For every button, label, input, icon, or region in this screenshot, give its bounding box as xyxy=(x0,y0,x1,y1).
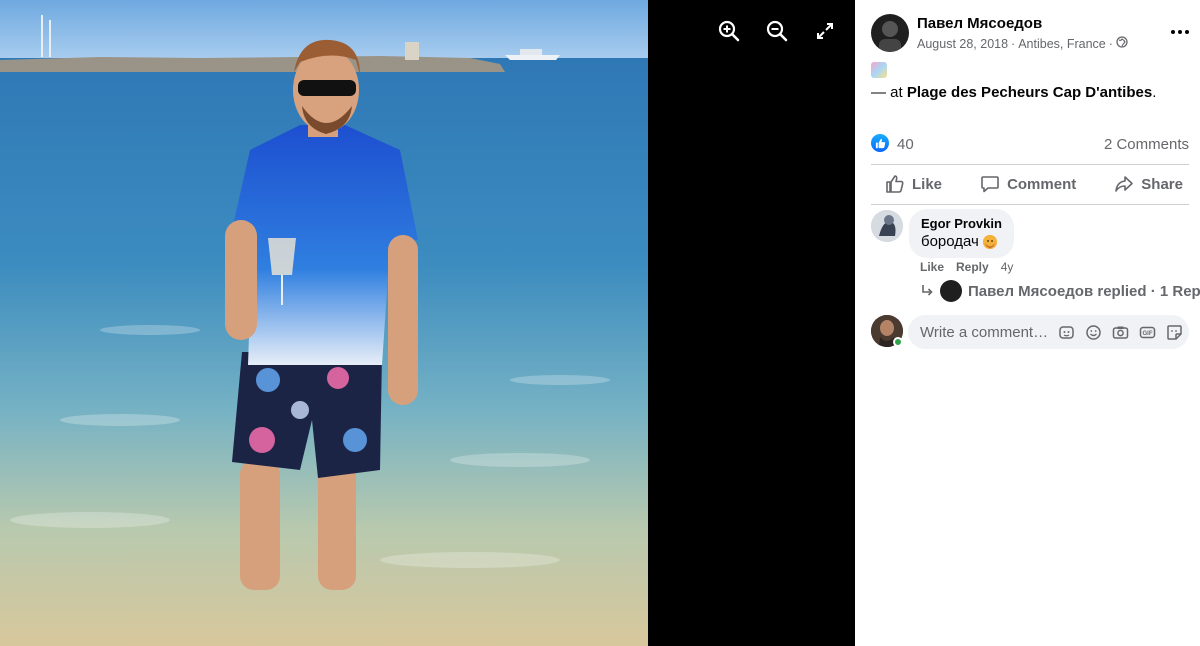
composer-icons: GIF xyxy=(1057,323,1183,341)
post-location[interactable]: Antibes, France xyxy=(1018,37,1106,51)
post-meta: August 28, 2018 · Antibes, France · xyxy=(917,36,1128,51)
comment-actions: Like Reply 4y xyxy=(920,260,1013,274)
thumbs-up-icon xyxy=(886,175,904,193)
bearded-face-emoji-icon xyxy=(982,234,997,249)
like-button[interactable]: Like xyxy=(885,174,942,194)
post-photo[interactable] xyxy=(0,0,648,646)
comment-bubble: Egor Provkin бородач xyxy=(909,209,1014,258)
camera-icon[interactable] xyxy=(1111,323,1129,341)
meta-separator-2: · xyxy=(1108,36,1113,51)
sticker-icon[interactable] xyxy=(1165,323,1183,341)
share-arrow-icon xyxy=(1115,176,1134,192)
comment-composer: GIF xyxy=(871,315,1191,349)
reaction-count[interactable]: 40 xyxy=(897,136,914,153)
comment-author[interactable]: Egor Provkin xyxy=(921,216,1002,231)
divider xyxy=(871,204,1189,205)
viewer-toolbar xyxy=(716,18,838,44)
zoom-in-icon[interactable] xyxy=(716,18,742,44)
like-label: Like xyxy=(912,175,943,193)
feeling-sticker-icon xyxy=(871,62,887,78)
checkin-suffix: . xyxy=(1152,84,1157,101)
fullscreen-icon[interactable] xyxy=(812,18,838,44)
commenter-avatar[interactable] xyxy=(871,210,903,242)
online-status-dot xyxy=(893,337,903,347)
comment-count[interactable]: 2 Comments xyxy=(1104,136,1189,153)
comment-input-box: GIF xyxy=(908,315,1189,349)
comment-timestamp[interactable]: 4y xyxy=(1001,260,1014,274)
divider xyxy=(871,164,1189,165)
emoji-icon[interactable] xyxy=(1084,323,1102,341)
replier-avatar xyxy=(940,280,962,302)
post-actions: Like Comment Share xyxy=(871,166,1189,202)
like-reaction-icon[interactable] xyxy=(871,134,889,152)
photo-viewer xyxy=(0,0,855,646)
checkin-text: — at Plage des Pecheurs Cap D'antibes. xyxy=(871,84,1156,101)
globe-icon[interactable] xyxy=(1116,36,1128,51)
avatar-sticker-icon[interactable] xyxy=(1057,323,1075,341)
reply-summary: Павел Мясоедов replied · 1 Reply xyxy=(968,282,1200,300)
checkin-place-link[interactable]: Plage des Pecheurs Cap D'antibes xyxy=(907,84,1152,101)
share-label: Share xyxy=(1141,175,1183,193)
reactions-bar: 40 2 Comments xyxy=(871,133,1189,155)
zoom-out-icon[interactable] xyxy=(764,18,790,44)
comment-input[interactable] xyxy=(920,323,1055,341)
author-avatar[interactable] xyxy=(871,14,909,52)
beach-photo-illustration xyxy=(0,0,648,646)
reply-arrow-icon xyxy=(922,285,933,296)
comment-body: бородач xyxy=(921,233,979,250)
meta-separator: · xyxy=(1011,36,1016,51)
comment-text: бородач xyxy=(921,233,1002,250)
view-replies-link[interactable]: Павел Мясоедов replied · 1 Reply xyxy=(920,280,1200,302)
share-button[interactable]: Share xyxy=(1114,174,1183,194)
comment-button[interactable]: Comment xyxy=(980,174,1076,194)
comment-reply-link[interactable]: Reply xyxy=(956,260,989,274)
gif-icon[interactable]: GIF xyxy=(1138,323,1156,341)
speech-bubble-icon xyxy=(981,176,999,193)
comment-like-link[interactable]: Like xyxy=(920,260,944,274)
more-options-icon[interactable] xyxy=(1169,24,1191,40)
post-date[interactable]: August 28, 2018 xyxy=(917,37,1008,51)
post-author-name[interactable]: Павел Мясоедов xyxy=(917,15,1042,32)
comment-label: Comment xyxy=(1007,175,1077,193)
post-header: Павел Мясоедов August 28, 2018 · Antibes… xyxy=(871,14,1191,54)
checkin-prefix: — at xyxy=(871,84,903,101)
svg-text:GIF: GIF xyxy=(1142,331,1152,337)
